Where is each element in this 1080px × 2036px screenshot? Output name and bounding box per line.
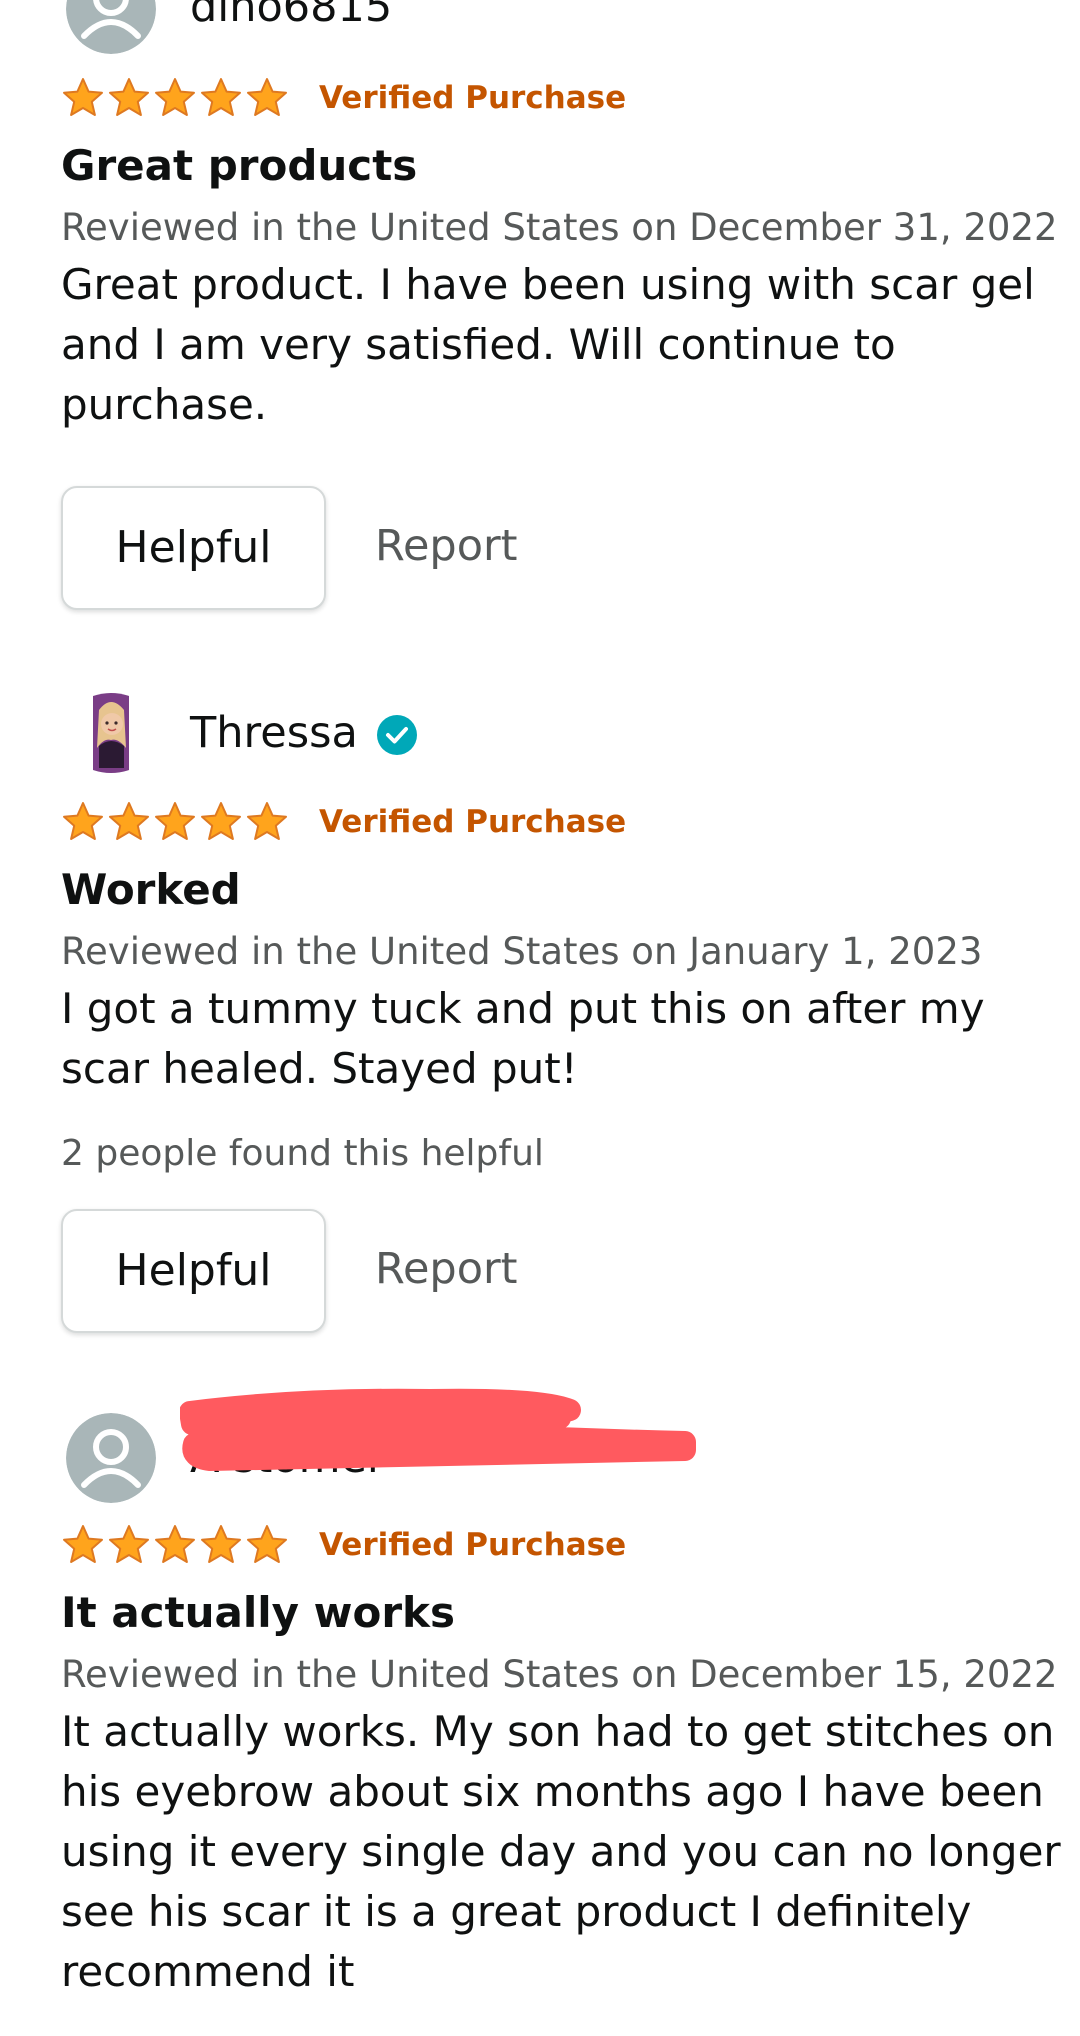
review-body-line: using it every single day and you can no… — [61, 1827, 1061, 1876]
review-body-line: Great product. I have been using with sc… — [61, 260, 1035, 309]
verified-purchase-label: Verified Purchase — [319, 1527, 627, 1563]
star-rating — [61, 76, 291, 120]
default-avatar-icon — [66, 1413, 156, 1503]
star-icon — [109, 78, 149, 116]
rating-row: Verified Purchase — [61, 72, 961, 122]
default-avatar-icon — [66, 0, 156, 54]
review-date: Reviewed in the United States on January… — [61, 930, 983, 973]
verified-purchase-label: Verified Purchase — [319, 80, 627, 116]
review-body-line: purchase. — [61, 380, 268, 429]
review-date: Reviewed in the United States on Decembe… — [61, 1653, 1058, 1696]
report-link[interactable]: Report — [375, 521, 518, 571]
review-title: Great products — [61, 141, 418, 190]
star-icon — [155, 1525, 195, 1563]
review-date: Reviewed in the United States on Decembe… — [61, 206, 1058, 249]
review-body-line: It actually works. My son had to get sti… — [61, 1707, 1055, 1756]
star-icon — [201, 802, 241, 840]
star-icon — [247, 1525, 287, 1563]
star-icon — [247, 78, 287, 116]
reviews-page: dino6815 Verified Purchase Great product… — [0, 0, 1080, 2036]
star-icon — [63, 1525, 103, 1563]
reviewer-profile[interactable]: dino6815 — [61, 0, 961, 64]
star-rating — [61, 1523, 291, 1567]
report-link[interactable]: Report — [375, 1244, 518, 1294]
star-icon — [247, 802, 287, 840]
star-icon — [63, 78, 103, 116]
star-icon — [201, 1525, 241, 1563]
review-body: I got a tummy tuck and put this on after… — [61, 979, 1041, 1099]
review-body-line: scar healed. Stayed put! — [61, 1044, 578, 1093]
review-body: Great product. I have been using with sc… — [61, 255, 1041, 435]
verified-purchase-label: Verified Purchase — [319, 804, 627, 840]
redaction-scribble — [180, 1388, 696, 1471]
star-rating — [61, 800, 291, 844]
rating-row: Verified Purchase — [61, 1519, 961, 1569]
star-icon — [109, 1525, 149, 1563]
review-body: It actually works. My son had to get sti… — [61, 1702, 1061, 2002]
review-body-line: his eyebrow about six months ago I have … — [61, 1767, 1044, 1816]
helpful-count: 2 people found this helpful — [61, 1133, 544, 1174]
star-icon — [109, 802, 149, 840]
review-title: Worked — [61, 865, 241, 914]
review-body-line: I got a tummy tuck and put this on after… — [61, 984, 985, 1033]
review-title: It actually works — [61, 1588, 455, 1637]
star-icon — [201, 78, 241, 116]
review-body-line: recommend it — [61, 1947, 355, 1996]
helpful-button[interactable]: Helpful — [61, 1209, 326, 1333]
review-body-line: and I am very satisfied. Will continue t… — [61, 320, 896, 369]
reviewer-profile[interactable]: Thressa — [61, 688, 961, 788]
reviewer-name[interactable]: Thressa — [190, 708, 358, 758]
check-badge-icon — [376, 714, 418, 756]
review-body-line: see his scar it is a great product I def… — [61, 1887, 972, 1936]
helpful-button[interactable]: Helpful — [61, 486, 326, 610]
star-icon — [155, 802, 195, 840]
star-icon — [155, 78, 195, 116]
rating-row: Verified Purchase — [61, 796, 961, 846]
profile-photo — [66, 688, 156, 778]
reviewer-name[interactable]: dino6815 — [190, 0, 392, 32]
star-icon — [63, 802, 103, 840]
